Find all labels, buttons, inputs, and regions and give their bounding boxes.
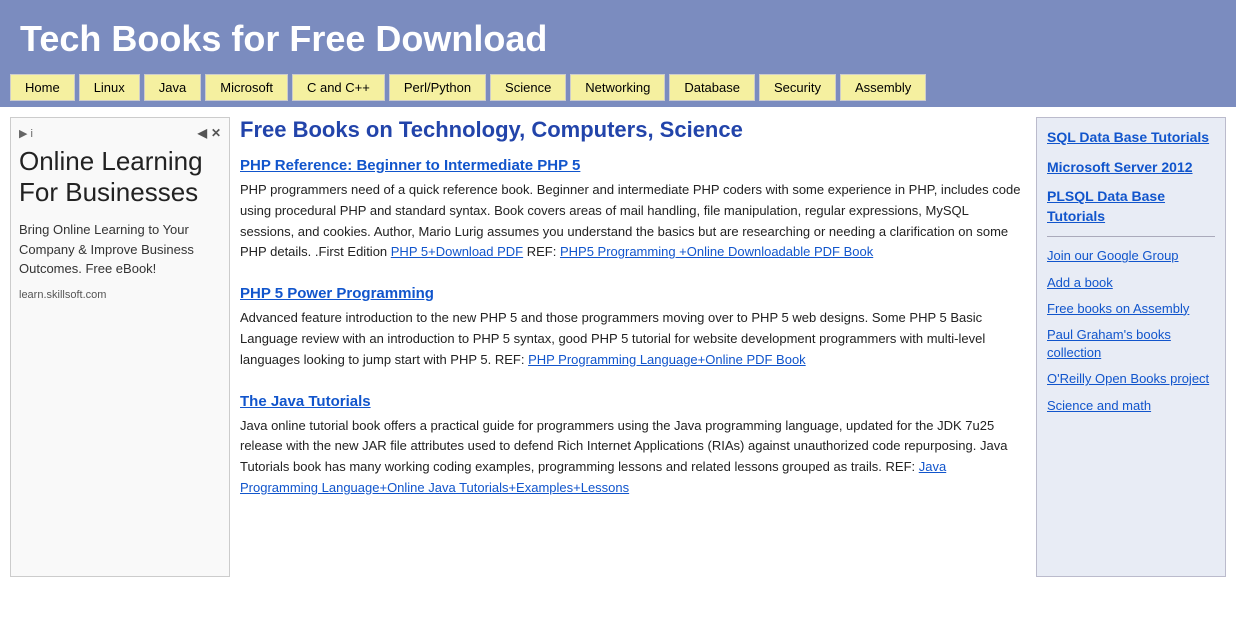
book-section: The Java Tutorials Java online tutorial b…	[240, 393, 1026, 499]
nav-item-c-cpp[interactable]: C and C++	[292, 74, 385, 101]
nav-item-java[interactable]: Java	[144, 74, 201, 101]
nav-item-home[interactable]: Home	[10, 74, 75, 101]
ad-headline: Online Learning For Businesses	[19, 146, 221, 208]
rs-sub-link-add-book[interactable]: Add a book	[1047, 274, 1215, 292]
book-link-0-1[interactable]: PHP5 Programming +Online Downloadable PD…	[560, 244, 873, 259]
book-desc-0: PHP programmers need of a quick referenc…	[240, 180, 1026, 263]
left-sidebar: ▶ i ◀ ✕ Online Learning For Businesses B…	[10, 117, 230, 577]
rs-main-links: SQL Data Base Tutorials Microsoft Server …	[1047, 128, 1215, 226]
rs-sub-link-paul-graham[interactable]: Paul Graham's books collection	[1047, 326, 1215, 362]
nav-item-linux[interactable]: Linux	[79, 74, 140, 101]
rs-main-link-ms-server[interactable]: Microsoft Server 2012	[1047, 158, 1215, 178]
book-link-0-0[interactable]: PHP 5+Download PDF	[391, 244, 523, 259]
ad-back-icon[interactable]: ◀	[198, 126, 207, 140]
rs-sub-link-google-group[interactable]: Join our Google Group	[1047, 247, 1215, 265]
nav-list: HomeLinuxJavaMicrosoftC and C++Perl/Pyth…	[0, 74, 1236, 101]
books-list: PHP Reference: Beginner to Intermediate …	[240, 157, 1026, 499]
book-section: PHP 5 Power Programming Advanced feature …	[240, 285, 1026, 370]
rs-sub-link-free-assembly[interactable]: Free books on Assembly	[1047, 300, 1215, 318]
nav-item-science[interactable]: Science	[490, 74, 566, 101]
nav-item-microsoft[interactable]: Microsoft	[205, 74, 288, 101]
nav-item-security[interactable]: Security	[759, 74, 836, 101]
ad-box: ▶ i ◀ ✕ Online Learning For Businesses B…	[10, 117, 230, 577]
rs-sub-link-science-math[interactable]: Science and math	[1047, 397, 1215, 415]
rs-sub-links: Join our Google Group Add a book Free book…	[1047, 247, 1215, 414]
page-header: Tech Books for Free Download	[0, 0, 1236, 74]
ad-footer: learn.skillsoft.com	[19, 289, 221, 301]
book-title-0[interactable]: PHP Reference: Beginner to Intermediate …	[240, 157, 1026, 174]
rs-main-link-plsql[interactable]: PLSQL Data Base Tutorials	[1047, 187, 1215, 226]
book-link-1-0[interactable]: PHP Programming Language+Online PDF Book	[528, 352, 806, 367]
nav-item-perl-python[interactable]: Perl/Python	[389, 74, 486, 101]
ad-top-bar: ▶ i ◀ ✕	[19, 126, 221, 140]
nav-item-networking[interactable]: Networking	[570, 74, 665, 101]
ad-body: Bring Online Learning to Your Company & …	[19, 220, 221, 279]
content-area: Free Books on Technology, Computers, Sci…	[240, 117, 1026, 577]
page-title: Tech Books for Free Download	[20, 18, 1216, 60]
ad-close-icon[interactable]: ✕	[211, 126, 221, 140]
ad-controls: ◀ ✕	[198, 126, 221, 140]
book-section: PHP Reference: Beginner to Intermediate …	[240, 157, 1026, 263]
book-desc-2: Java online tutorial book offers a pract…	[240, 416, 1026, 499]
book-desc-1: Advanced feature introduction to the new…	[240, 308, 1026, 370]
nav-item-database[interactable]: Database	[669, 74, 755, 101]
book-title-1[interactable]: PHP 5 Power Programming	[240, 285, 1026, 302]
nav-item-assembly[interactable]: Assembly	[840, 74, 926, 101]
content-heading: Free Books on Technology, Computers, Sci…	[240, 117, 1026, 143]
rs-main-link-sql-db[interactable]: SQL Data Base Tutorials	[1047, 128, 1215, 148]
navigation: HomeLinuxJavaMicrosoftC and C++Perl/Pyth…	[0, 74, 1236, 107]
book-link-2-0[interactable]: Java Programming Language+Online Java Tu…	[240, 459, 946, 495]
ad-label: ▶ i	[19, 127, 33, 140]
rs-sub-link-oreilly[interactable]: O'Reilly Open Books project	[1047, 370, 1215, 388]
main-wrapper: ▶ i ◀ ✕ Online Learning For Businesses B…	[0, 107, 1236, 587]
book-title-2[interactable]: The Java Tutorials	[240, 393, 1026, 410]
right-sidebar: SQL Data Base Tutorials Microsoft Server …	[1036, 117, 1226, 577]
rs-divider	[1047, 236, 1215, 237]
